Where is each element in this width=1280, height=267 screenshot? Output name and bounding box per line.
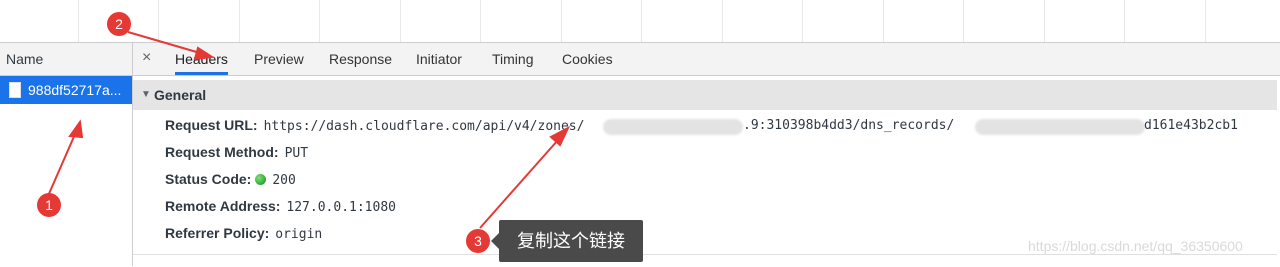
request-url-row: Request URL: https://dash.cloudflare.com/… — [165, 117, 584, 134]
general-section-header[interactable]: ▼ General — [133, 80, 1277, 110]
request-method-value[interactable]: PUT — [285, 146, 308, 161]
close-icon[interactable]: × — [142, 49, 151, 67]
copy-link-tooltip: 复制这个链接 — [491, 220, 643, 262]
request-name: 988df52717a... — [28, 82, 122, 98]
watermark: https://blog.csdn.net/qq_36350600 — [1028, 238, 1243, 254]
status-code-value[interactable]: 200 — [272, 173, 295, 188]
status-code-row: Status Code: 200 — [165, 171, 296, 188]
redacted-blur — [975, 119, 1145, 135]
referrer-policy-key: Referrer Policy: — [165, 225, 270, 241]
network-timeline — [0, 0, 1280, 43]
document-icon — [9, 82, 21, 98]
request-list-item[interactable]: 988df52717a... — [0, 76, 132, 104]
details-tabbar: × Headers Preview Response Initiator Tim… — [133, 43, 1280, 76]
tab-cookies[interactable]: Cookies — [562, 43, 613, 75]
general-section-title: General — [154, 87, 207, 103]
request-method-row: Request Method: PUT — [165, 144, 308, 161]
remote-address-row: Remote Address: 127.0.0.1:1080 — [165, 198, 396, 215]
annotation-badge-2: 2 — [107, 12, 131, 36]
request-method-key: Request Method: — [165, 144, 279, 160]
remote-address-key: Remote Address: — [165, 198, 281, 214]
tab-initiator[interactable]: Initiator — [416, 43, 462, 75]
request-list-panel: Name 988df52717a... — [0, 43, 133, 266]
status-code-key: Status Code: — [165, 171, 252, 187]
tab-timing[interactable]: Timing — [492, 43, 534, 75]
request-url-value-middle[interactable]: .9:310398b4dd3/dns_records/ — [743, 118, 954, 133]
status-ok-icon — [255, 174, 267, 185]
request-url-key: Request URL: — [165, 117, 258, 133]
referrer-policy-row: Referrer Policy: origin — [165, 225, 322, 242]
request-url-value-start[interactable]: https://dash.cloudflare.com/api/v4/zones… — [264, 119, 585, 134]
annotation-badge-1: 1 — [37, 193, 61, 217]
expand-triangle-icon: ▼ — [141, 89, 151, 100]
request-details-panel: × Headers Preview Response Initiator Tim… — [133, 43, 1280, 266]
collapsed-next-section — [133, 254, 1277, 267]
referrer-policy-value[interactable]: origin — [275, 227, 322, 242]
request-url-value-end[interactable]: d161e43b2cb1 — [1144, 118, 1238, 133]
annotation-badge-3: 3 — [466, 229, 490, 253]
tab-headers[interactable]: Headers — [175, 43, 228, 75]
tab-response[interactable]: Response — [329, 43, 392, 75]
redacted-blur — [603, 119, 743, 135]
tab-preview[interactable]: Preview — [254, 43, 304, 75]
name-column-header[interactable]: Name — [0, 43, 132, 76]
remote-address-value[interactable]: 127.0.0.1:1080 — [286, 200, 396, 215]
